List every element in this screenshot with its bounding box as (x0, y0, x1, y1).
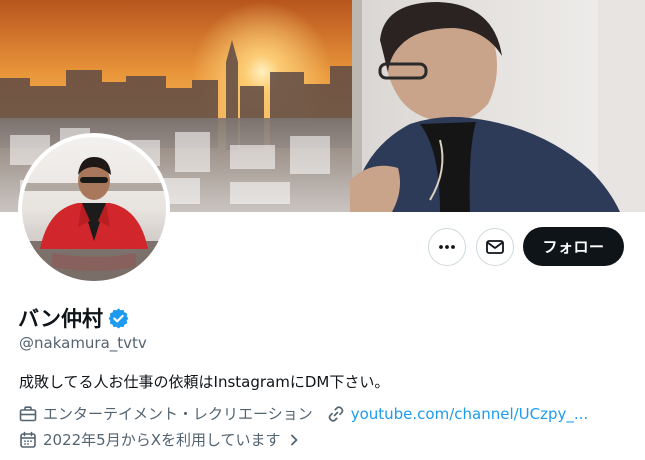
name-row: バン仲村 (18, 303, 129, 333)
briefcase-icon (19, 405, 37, 421)
follow-button-label: フォロー (542, 238, 605, 256)
joined-item[interactable]: 2022年5月からXを利用しています (19, 429, 281, 450)
mail-icon (486, 240, 504, 254)
category-item: エンターテイメント・レクリエーション (19, 403, 313, 424)
bio: 成敗してる人お仕事の依頼はInstagramにDM下さい。 (19, 373, 390, 391)
handle: @nakamura_tvtv (19, 334, 147, 352)
website-link[interactable]: youtube.com/channel/UCzpy_... (351, 405, 589, 423)
more-icon (439, 245, 455, 249)
follow-button[interactable]: フォロー (523, 227, 624, 266)
message-button[interactable] (476, 228, 514, 266)
profile-avatar[interactable] (18, 133, 170, 285)
website-item[interactable]: youtube.com/channel/UCzpy_... (327, 405, 589, 423)
category-label: エンターテイメント・レクリエーション (43, 405, 313, 423)
joined-label: 2022年5月からXを利用しています (43, 431, 281, 449)
joined-row[interactable]: 2022年5月からXを利用しています (19, 429, 301, 450)
profile-meta-row: エンターテイメント・レクリエーション youtube.com/channel/U… (19, 403, 588, 424)
chevron-right-icon[interactable] (287, 433, 301, 447)
calendar-icon (20, 431, 36, 448)
display-name: バン仲村 (18, 307, 104, 331)
more-button[interactable] (428, 228, 466, 266)
avatar-image (22, 137, 166, 281)
verified-badge-icon[interactable] (108, 307, 129, 329)
link-icon (328, 405, 344, 422)
